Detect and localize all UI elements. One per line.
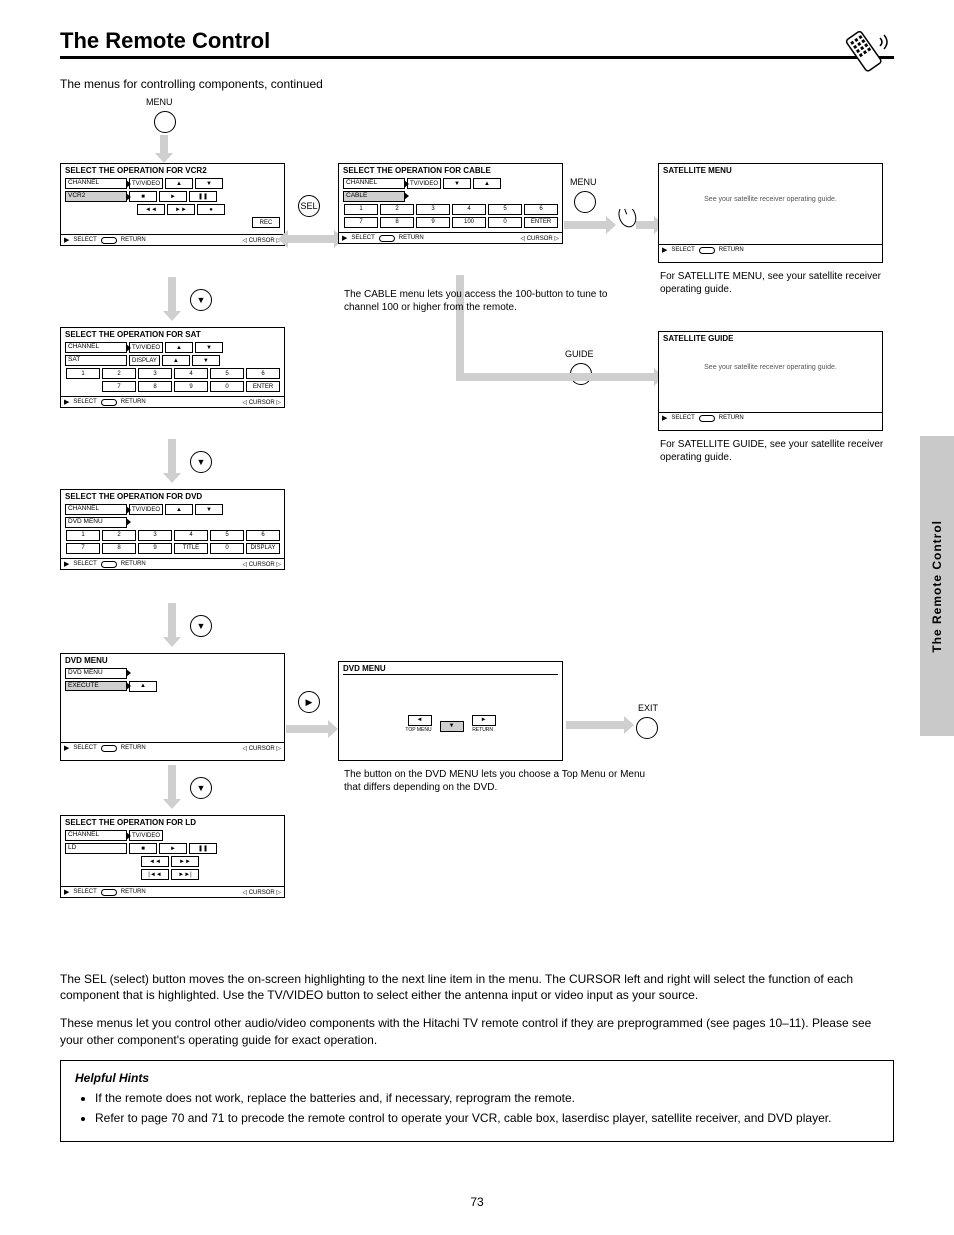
tip-item: If the remote does not work, replace the…: [95, 1091, 879, 1105]
page-title: The Remote Control: [60, 28, 270, 54]
menu-label: MENU: [146, 97, 173, 107]
note-cable: The CABLE menu lets you access the 100-b…: [344, 289, 624, 314]
helpful-hints-box: Helpful Hints If the remote does not wor…: [60, 1060, 894, 1142]
page-number: 73: [0, 1195, 954, 1209]
menu-button-icon: [154, 111, 176, 133]
down-button-icon: ▼: [190, 289, 212, 311]
panel-ld: SELECT THE OPERATION FOR LD CHANNELTV/VI…: [60, 815, 285, 898]
down-button-icon-4: ▼: [190, 777, 212, 799]
exit-button-icon: [636, 717, 658, 739]
menu-button-icon-2: [574, 191, 596, 213]
page-subtitle: The menus for controlling components, co…: [60, 77, 894, 91]
down-button-icon-2: ▼: [190, 451, 212, 473]
down-button-icon-3: ▼: [190, 615, 212, 637]
side-tab: The Remote Control: [920, 436, 954, 736]
sel-button-icon: SEL: [298, 195, 320, 217]
panel-dvd-menu-detail: DVD MENU ◄TOP MENU ▼ ►RETURN: [338, 661, 563, 761]
panel-sat-menu: SATELLITE MENU See your satellite receiv…: [658, 163, 883, 263]
note-sat-guide: For SATELLITE GUIDE, see your satellite …: [660, 439, 894, 464]
note-sat-menu: For SATELLITE MENU, see your satellite r…: [660, 271, 894, 296]
tip-item: Refer to page 70 and 71 to precode the r…: [95, 1111, 879, 1125]
panel-sat: SELECT THE OPERATION FOR SAT CHANNELTV/V…: [60, 327, 285, 408]
panel-vcr2: SELECT THE OPERATION FOR VCR2 CHANNELTV/…: [60, 163, 285, 246]
remote-icon: [840, 24, 894, 74]
panel-cable: SELECT THE OPERATION FOR CABLE CHANNELTV…: [338, 163, 563, 244]
body-text: The SEL (select) button moves the on-scr…: [60, 971, 894, 1048]
note-dvd-menu: The button on the DVD MENU lets you choo…: [344, 769, 664, 794]
right-button-icon: ▶: [298, 691, 320, 713]
mouse-icon: [612, 209, 638, 231]
panel-sat-guide: SATELLITE GUIDE See your satellite recei…: [658, 331, 883, 431]
diagram-canvas: MENU SELECT THE OPERATION FOR VCR2 CHANN…: [60, 101, 894, 971]
panel-dvd-menu-left: DVD MENU DVD MENU EXECUTE▲ ▶SELECTRETURN…: [60, 653, 285, 761]
panel-dvd: SELECT THE OPERATION FOR DVD CHANNELTV/V…: [60, 489, 285, 570]
